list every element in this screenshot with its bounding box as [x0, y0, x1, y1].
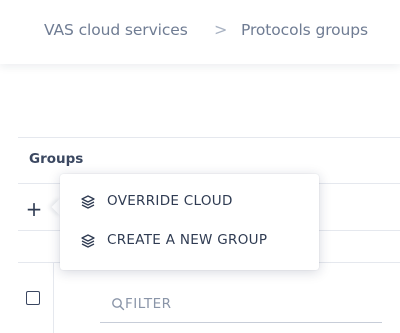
- panel-top-divider: [18, 137, 400, 138]
- column-divider: [53, 262, 54, 333]
- breadcrumb-item-vas-cloud-services[interactable]: VAS cloud services: [44, 21, 188, 39]
- menu-item-label: CREATE A NEW GROUP: [107, 232, 268, 248]
- select-row-checkbox[interactable]: [26, 291, 40, 305]
- layers-icon: [81, 195, 95, 209]
- menu-item-label: OVERRIDE CLOUD: [107, 193, 233, 209]
- menu-item-create-new-group[interactable]: CREATE A NEW GROUP: [60, 223, 319, 259]
- add-context-menu: OVERRIDE CLOUD CREATE A NEW GROUP: [60, 174, 319, 270]
- layers-icon: [81, 234, 95, 248]
- breadcrumb-item-protocols-groups: Protocols groups: [241, 21, 368, 39]
- groups-panel-title: Groups: [29, 151, 84, 167]
- search-icon: [112, 298, 125, 311]
- add-group-button[interactable]: +: [25, 197, 43, 221]
- breadcrumb-separator-icon: >: [214, 20, 228, 39]
- menu-item-override-cloud[interactable]: OVERRIDE CLOUD: [60, 184, 319, 220]
- filter-input[interactable]: FILTER: [100, 290, 382, 323]
- filter-placeholder: FILTER: [125, 296, 172, 312]
- page-header: VAS cloud services > Protocols groups: [0, 0, 400, 64]
